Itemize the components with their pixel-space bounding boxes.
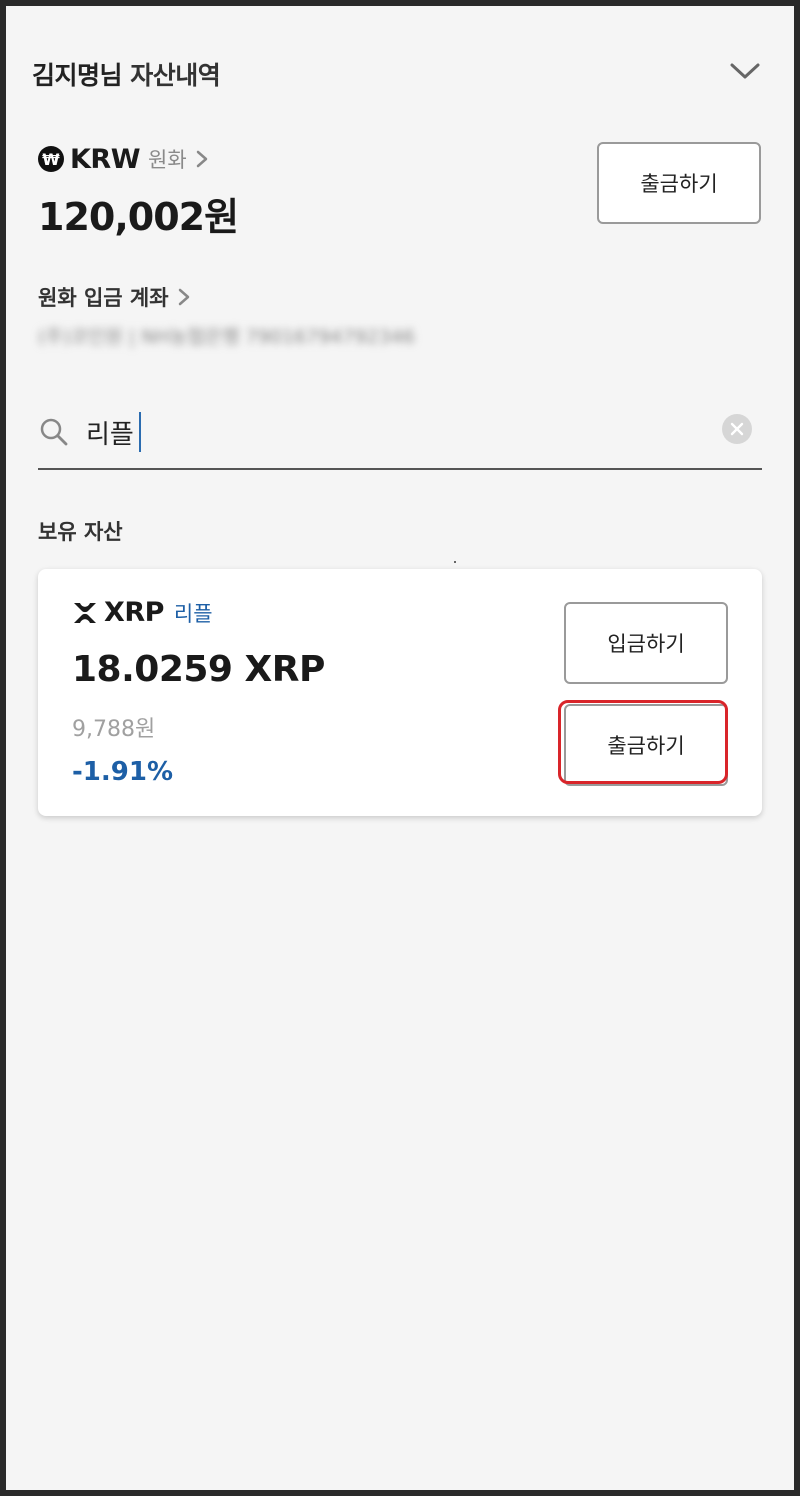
- close-icon: [730, 422, 744, 436]
- krw-link[interactable]: ₩ KRW 원화: [38, 142, 209, 176]
- asset-change-rate: -1.91%: [72, 757, 173, 787]
- text-caret: [139, 412, 141, 452]
- chevron-right-icon: [196, 150, 207, 168]
- won-icon: ₩: [38, 146, 64, 172]
- asset-balance: 18.0259 XRP: [72, 649, 325, 690]
- search-icon: [40, 418, 68, 446]
- asset-header: XRP 리플: [72, 597, 213, 628]
- search-input[interactable]: [86, 410, 686, 454]
- won-badge-symbol: ₩: [42, 149, 60, 169]
- stray-dot: [454, 561, 456, 563]
- asset-deposit-button[interactable]: 입금하기: [564, 602, 728, 684]
- deposit-account-label: 원화 입금 계좌: [38, 286, 169, 310]
- asset-card[interactable]: XRP 리플 18.0259 XRP 9,788원 -1.91% 입금하기 출금…: [38, 569, 762, 816]
- asset-krw-value: 9,788원: [72, 717, 156, 742]
- section-title-holdings: 보유 자산: [38, 520, 123, 544]
- clear-icon[interactable]: [722, 414, 752, 444]
- asset-screen: 김지명님 자산내역 ₩ KRW 원화 120,002원 출금하기 원화 입금 계…: [6, 6, 794, 1490]
- krw-balance: 120,002원: [38, 195, 239, 239]
- search-bar: [38, 404, 762, 470]
- page-title-text: 자산내역: [130, 61, 221, 90]
- chevron-down-icon[interactable]: [728, 60, 762, 82]
- currency-name: 원화: [148, 148, 187, 172]
- asset-symbol: XRP: [104, 597, 164, 628]
- asset-name: 리플: [173, 601, 213, 626]
- asset-withdraw-button[interactable]: 출금하기: [564, 704, 728, 786]
- page-title: 김지명님 자산내역: [32, 56, 221, 92]
- deposit-account-link[interactable]: 원화 입금 계좌: [38, 282, 191, 312]
- deposit-account-number: (주)코인원 | NH농협은행 79016794792346: [38, 326, 415, 348]
- user-name: 김지명님: [32, 61, 123, 90]
- chevron-right-icon: [178, 288, 189, 306]
- xrp-logo-icon: [74, 602, 96, 623]
- currency-code: KRW: [70, 143, 141, 175]
- krw-withdraw-button[interactable]: 출금하기: [597, 142, 761, 224]
